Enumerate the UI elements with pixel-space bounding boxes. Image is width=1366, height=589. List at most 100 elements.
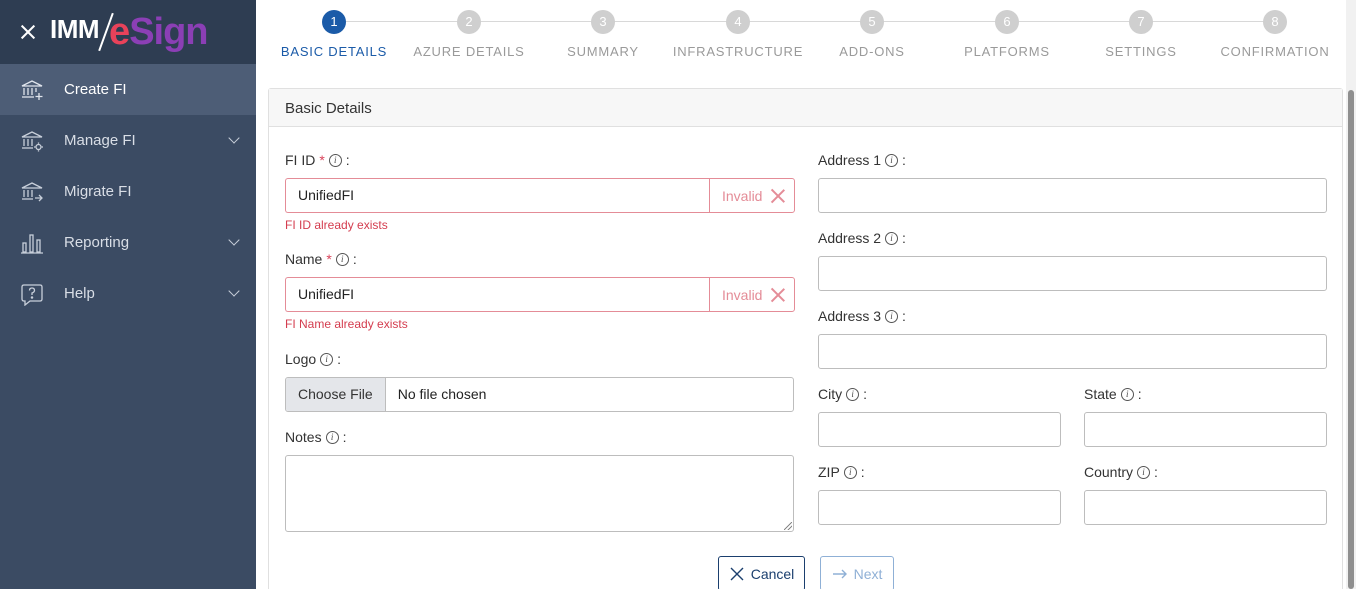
info-icon[interactable]: i xyxy=(320,352,334,366)
step-label: AZURE DETAILS xyxy=(413,44,525,59)
info-icon[interactable]: i xyxy=(843,465,857,479)
step-number: 2 xyxy=(457,10,481,34)
step-number: 1 xyxy=(322,10,346,34)
next-button[interactable]: Next xyxy=(820,556,894,589)
step-settings[interactable]: 7 SETTINGS xyxy=(1074,10,1208,59)
bar-chart-icon xyxy=(20,231,44,255)
sidebar-header: IMM eSign xyxy=(0,0,256,64)
sidebar-item-label: Manage FI xyxy=(64,132,136,149)
zip-input[interactable] xyxy=(818,490,1061,525)
name-input[interactable]: UnifiedFI xyxy=(285,277,710,312)
step-label: SETTINGS xyxy=(1105,44,1177,59)
sidebar-item-manage-fi[interactable]: Manage FI xyxy=(0,115,256,166)
close-icon[interactable] xyxy=(18,22,38,42)
state-input[interactable] xyxy=(1084,412,1327,447)
vertical-scrollbar[interactable] xyxy=(1346,0,1356,589)
info-icon[interactable]: i xyxy=(885,231,899,245)
name-invalid-indicator: Invalid xyxy=(709,277,795,312)
info-icon[interactable]: i xyxy=(885,153,899,167)
step-number: 4 xyxy=(726,10,750,34)
main-content: 1 BASIC DETAILS 2 AZURE DETAILS 3 SUMMAR… xyxy=(256,0,1356,589)
wizard-stepper: 1 BASIC DETAILS 2 AZURE DETAILS 3 SUMMAR… xyxy=(256,0,1356,80)
sidebar-item-label: Migrate FI xyxy=(64,183,132,200)
fi-id-invalid-indicator: Invalid xyxy=(709,178,795,213)
basic-details-card: Basic Details FI ID * i: UnifiedFI Invali… xyxy=(268,88,1343,589)
chevron-down-icon xyxy=(228,132,240,144)
step-infrastructure[interactable]: 4 INFRASTRUCTURE xyxy=(671,10,805,59)
sidebar-item-reporting[interactable]: Reporting xyxy=(0,217,256,268)
info-icon[interactable]: i xyxy=(885,309,899,323)
address2-input[interactable] xyxy=(818,256,1327,291)
address1-label: Address 1 i: xyxy=(818,152,906,168)
fi-id-input[interactable]: UnifiedFI xyxy=(285,178,710,213)
step-basic-details[interactable]: 1 BASIC DETAILS xyxy=(267,10,401,59)
sidebar-item-migrate-fi[interactable]: Migrate FI xyxy=(0,166,256,217)
invalid-x-icon xyxy=(770,188,786,204)
fi-id-error: FI ID already exists xyxy=(285,218,388,232)
step-label: SUMMARY xyxy=(567,44,639,59)
name-error: FI Name already exists xyxy=(285,317,408,331)
info-icon[interactable]: i xyxy=(328,153,342,167)
step-label: ADD-ONS xyxy=(839,44,905,59)
bank-settings-icon xyxy=(20,129,44,153)
address2-label: Address 2 i: xyxy=(818,230,906,246)
address1-input[interactable] xyxy=(818,178,1327,213)
cancel-button[interactable]: Cancel xyxy=(718,556,805,589)
step-label: CONFIRMATION xyxy=(1220,44,1330,59)
step-label: BASIC DETAILS xyxy=(280,44,388,59)
sidebar-item-create-fi[interactable]: Create FI xyxy=(0,64,256,115)
sidebar-item-help[interactable]: Help xyxy=(0,268,256,319)
step-confirmation[interactable]: 8 CONFIRMATION xyxy=(1208,10,1342,59)
step-number: 8 xyxy=(1263,10,1287,34)
address3-label: Address 3 i: xyxy=(818,308,906,324)
file-status: No file chosen xyxy=(397,386,487,402)
chevron-down-icon xyxy=(228,285,240,297)
state-label: State i: xyxy=(1084,386,1142,402)
info-icon[interactable]: i xyxy=(1137,465,1151,479)
fi-id-label: FI ID * i: xyxy=(285,152,350,168)
chevron-down-icon xyxy=(228,234,240,246)
info-icon[interactable]: i xyxy=(846,387,860,401)
sidebar-item-label: Reporting xyxy=(64,234,130,251)
info-icon[interactable]: i xyxy=(335,252,349,266)
step-summary[interactable]: 3 SUMMARY xyxy=(536,10,670,59)
card-title: Basic Details xyxy=(269,89,1342,127)
sidebar-item-label: Create FI xyxy=(64,81,127,98)
logo-esign: eSign xyxy=(109,11,208,53)
bank-add-icon xyxy=(20,78,44,102)
name-label: Name * i: xyxy=(285,251,357,267)
step-platforms[interactable]: 6 PLATFORMS xyxy=(940,10,1074,59)
zip-label: ZIP i: xyxy=(818,464,865,480)
logo-file-input[interactable]: Choose File No file chosen xyxy=(285,377,794,412)
step-number: 3 xyxy=(591,10,615,34)
address3-input[interactable] xyxy=(818,334,1327,369)
country-input[interactable] xyxy=(1084,490,1327,525)
resize-handle[interactable] xyxy=(784,522,792,530)
close-icon xyxy=(729,566,745,582)
bank-migrate-icon xyxy=(20,180,44,204)
sidebar: IMM eSign Create FI Manage FI Migrate FI… xyxy=(0,0,256,589)
step-number: 5 xyxy=(860,10,884,34)
notes-label: Notes i: xyxy=(285,429,347,445)
choose-file-button[interactable]: Choose File xyxy=(286,378,386,411)
arrow-right-icon xyxy=(832,568,848,580)
city-input[interactable] xyxy=(818,412,1061,447)
sidebar-item-label: Help xyxy=(64,285,95,302)
step-label: PLATFORMS xyxy=(964,44,1050,59)
invalid-x-icon xyxy=(770,287,786,303)
scrollbar-thumb[interactable] xyxy=(1348,90,1354,589)
info-icon[interactable]: i xyxy=(325,430,339,444)
country-label: Country i: xyxy=(1084,464,1158,480)
logo-label: Logo i: xyxy=(285,351,342,367)
help-icon xyxy=(20,282,44,306)
info-icon[interactable]: i xyxy=(1120,387,1134,401)
app-logo: IMM eSign xyxy=(50,10,209,54)
notes-textarea[interactable] xyxy=(285,455,794,532)
step-number: 6 xyxy=(995,10,1019,34)
step-label: INFRASTRUCTURE xyxy=(672,44,804,59)
step-azure-details[interactable]: 2 AZURE DETAILS xyxy=(402,10,536,59)
step-number: 7 xyxy=(1129,10,1153,34)
city-label: City i: xyxy=(818,386,868,402)
step-add-ons[interactable]: 5 ADD-ONS xyxy=(805,10,939,59)
logo-prefix: IMM xyxy=(50,14,100,44)
